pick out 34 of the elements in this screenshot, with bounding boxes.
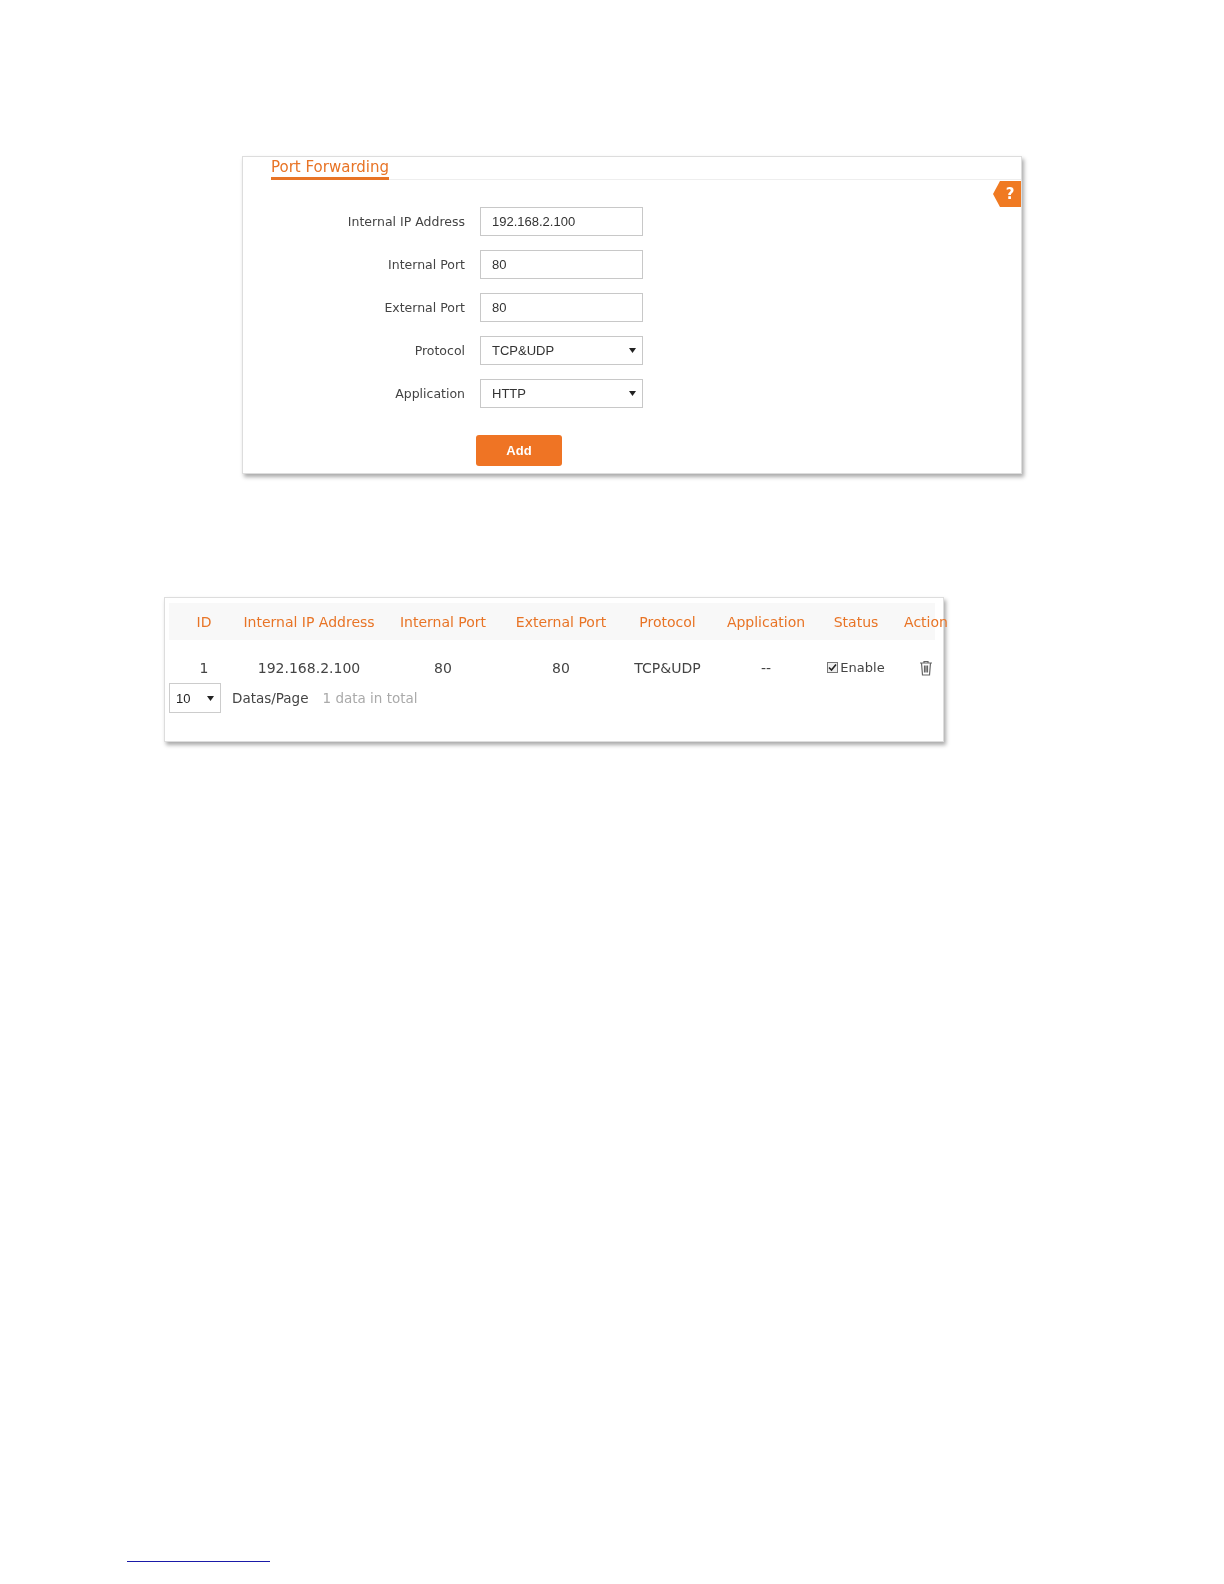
caret-icon — [629, 391, 636, 396]
table-cell-text: TCP&UDP — [633, 659, 702, 676]
column-header: Protocol — [638, 613, 697, 630]
page-size-dropdown[interactable]: 10 — [169, 683, 221, 713]
checkbox[interactable] — [827, 662, 839, 673]
input-field[interactable]: 80 — [480, 293, 643, 322]
dropdown[interactable]: HTTP — [480, 379, 643, 408]
column-header: ID — [195, 613, 213, 630]
column-header: Status — [832, 613, 880, 630]
field-label: External Port — [383, 300, 465, 315]
column-header: External Port — [514, 613, 608, 630]
column-header: Action — [903, 613, 949, 630]
column-header: Application — [725, 613, 807, 630]
section-title: Port Forwarding — [271, 158, 390, 180]
table-cell-text: 192.168.2.100 — [256, 659, 362, 676]
table-cell-text: 1 — [198, 659, 210, 676]
field-label: Internal IP Address — [346, 214, 465, 229]
column-header: Internal Port — [398, 613, 488, 630]
dropdown[interactable]: TCP&UDP — [480, 336, 643, 365]
total-count: 1 data in total — [322, 690, 418, 706]
table-cell-text: 80 — [551, 659, 571, 676]
checkbox-label: Enable — [840, 660, 885, 675]
table-cell-text: -- — [759, 659, 773, 676]
caret-icon — [629, 348, 636, 353]
field-label: Protocol — [413, 343, 465, 358]
caret-icon — [207, 695, 214, 701]
column-header: Internal IP Address — [242, 613, 376, 630]
input-field[interactable]: 192.168.2.100 — [480, 207, 643, 236]
table-cell-text: 80 — [433, 659, 453, 676]
field-label: Application — [394, 386, 465, 401]
page-size-label: Datas/Page — [232, 690, 309, 706]
field-label: Internal Port — [387, 257, 465, 272]
input-field[interactable]: 80 — [480, 250, 643, 279]
trash-icon[interactable] — [919, 659, 933, 676]
